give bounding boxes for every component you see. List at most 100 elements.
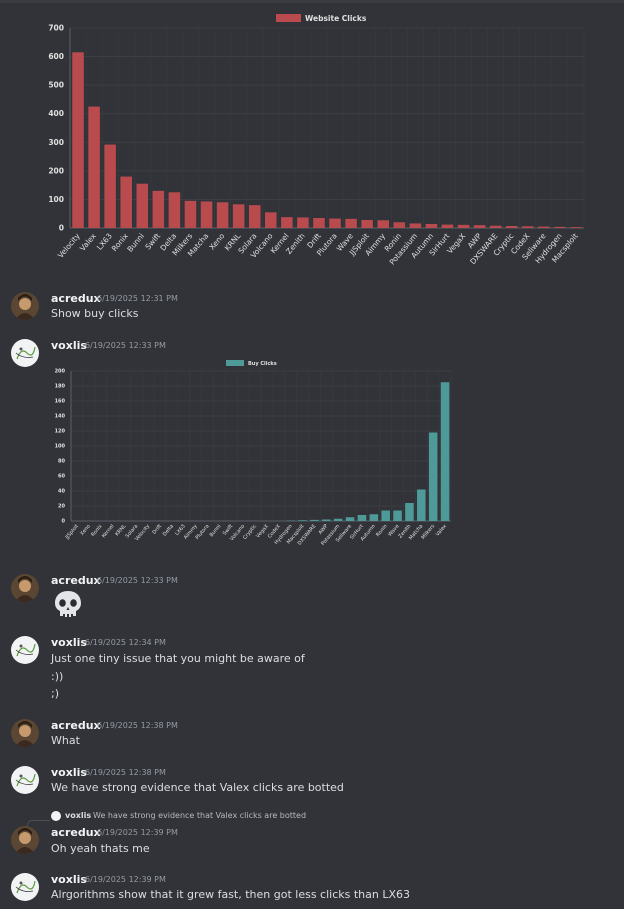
bar <box>489 225 502 228</box>
user-avatar[interactable] <box>11 636 39 664</box>
x-tick-label: JJSploit <box>64 523 80 541</box>
bar <box>441 224 454 228</box>
website-clicks-chart: Website Clicks0100200300400500600700Velo… <box>48 14 585 267</box>
message-text: What <box>51 734 80 747</box>
timestamp: 6/19/2025 12:33 PM <box>97 576 178 585</box>
user-avatar[interactable] <box>11 719 39 747</box>
y-tick-label: 100 <box>48 195 64 204</box>
bar <box>393 510 402 521</box>
bar <box>88 106 100 228</box>
message-text: :)) <box>51 670 64 683</box>
bar <box>538 226 550 228</box>
bar <box>248 205 261 228</box>
y-tick-label: 180 <box>55 384 66 390</box>
bar <box>369 514 379 521</box>
reply-avatar[interactable] <box>51 811 61 821</box>
bar <box>72 52 84 229</box>
bar <box>322 519 331 521</box>
timestamp: 6/19/2025 12:31 PM <box>97 294 178 303</box>
bar <box>329 218 341 228</box>
bar <box>473 225 486 228</box>
message-text: ;) <box>51 687 59 700</box>
y-tick-label: 120 <box>55 429 66 435</box>
y-tick-label: 200 <box>48 166 64 175</box>
reply-author[interactable]: voxlis <box>65 811 91 820</box>
bar <box>409 223 422 228</box>
y-tick-label: 100 <box>55 444 66 450</box>
y-tick-label: 600 <box>48 52 64 61</box>
timestamp: 6/19/2025 12:34 PM <box>85 638 166 647</box>
bar <box>345 517 355 521</box>
y-tick-label: 60 <box>58 474 65 480</box>
y-tick-label: 80 <box>58 459 65 465</box>
x-tick-label: Kernel <box>101 523 116 539</box>
username[interactable]: acredux <box>51 574 101 587</box>
timestamp: 6/19/2025 12:38 PM <box>85 768 166 777</box>
bar <box>120 176 133 228</box>
y-tick-label: 0 <box>59 224 64 233</box>
bar <box>457 224 470 228</box>
bar <box>357 515 367 521</box>
user-avatar[interactable] <box>11 766 39 794</box>
bar <box>152 190 165 228</box>
buy-clicks-chart: Buy Clicks 0 20 40 60 80 100 120 140 160 180 200 JJS… <box>55 360 452 547</box>
bar <box>554 226 566 228</box>
bar <box>345 218 357 228</box>
bar <box>104 144 116 228</box>
username[interactable]: voxlis <box>51 339 87 352</box>
username[interactable]: acredux <box>51 292 101 305</box>
message-text: Show buy clicks <box>51 307 139 320</box>
message-text: Alrgorithms show that it grew fast, then… <box>51 888 411 901</box>
timestamp: 6/19/2025 12:38 PM <box>97 721 178 730</box>
bar <box>168 192 181 228</box>
username[interactable]: voxlis <box>51 873 87 886</box>
bar <box>232 204 245 228</box>
x-tick-label: Valex <box>435 523 448 537</box>
y-tick-label: 200 <box>55 369 66 375</box>
x-tick-label: Delta <box>162 523 175 537</box>
bar <box>570 227 582 228</box>
username[interactable]: acredux <box>51 719 101 732</box>
bar <box>200 201 213 228</box>
username[interactable]: acredux <box>51 826 101 839</box>
username[interactable]: voxlis <box>51 766 87 779</box>
user-avatar[interactable] <box>11 339 39 367</box>
bar <box>377 220 390 228</box>
bar <box>393 222 406 228</box>
bar <box>313 218 325 228</box>
bar <box>361 220 373 228</box>
user-avatar[interactable] <box>11 292 39 320</box>
user-avatar[interactable] <box>11 873 39 901</box>
legend-label: Buy Clicks <box>248 361 277 367</box>
message-text: We have strong evidence that Valex click… <box>51 781 344 794</box>
y-tick-label: 300 <box>48 138 64 147</box>
bar <box>216 202 229 228</box>
y-tick-label: 500 <box>48 81 64 90</box>
reply-preview[interactable]: We have strong evidence that Valex click… <box>93 811 306 820</box>
bar <box>297 217 309 228</box>
bar <box>405 503 414 521</box>
skull-emoji-icon <box>55 591 81 617</box>
x-tick-label: Valex <box>78 231 98 253</box>
y-tick-label: 40 <box>58 489 65 495</box>
username[interactable]: voxlis <box>51 636 87 649</box>
user-avatar[interactable] <box>11 574 39 602</box>
bar <box>184 200 197 228</box>
message-text: Oh yeah thats me <box>51 842 150 855</box>
legend-swatch <box>276 14 301 22</box>
bar <box>505 226 518 228</box>
bar <box>136 183 149 228</box>
bar <box>333 518 343 521</box>
top-divider <box>0 0 624 3</box>
message-text: Just one tiny issue that you might be aw… <box>51 652 305 665</box>
y-tick-label: 140 <box>55 414 66 420</box>
bar <box>425 224 438 228</box>
x-tick-label: Bunni <box>209 523 223 538</box>
user-avatar[interactable] <box>11 826 39 854</box>
x-tick-label: Ronin <box>375 523 389 538</box>
bar <box>381 510 390 521</box>
bar <box>310 519 319 521</box>
y-tick-label: 160 <box>55 399 66 405</box>
bar <box>440 382 450 521</box>
y-tick-label: 0 <box>62 519 66 525</box>
